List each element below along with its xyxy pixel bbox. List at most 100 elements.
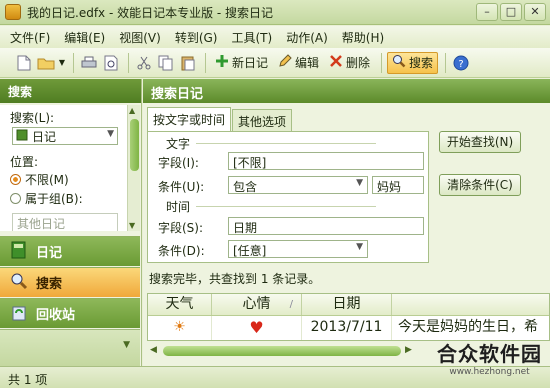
- start-search-button[interactable]: 开始查找(N): [439, 131, 521, 153]
- left-pane-footer: ▼: [0, 329, 140, 366]
- plus-icon: [215, 54, 229, 71]
- sort-icon: /: [289, 299, 293, 310]
- mood-heart-icon: ♥: [212, 316, 302, 340]
- clear-conditions-button[interactable]: 清除条件(C): [439, 174, 521, 196]
- radio-unlimited[interactable]: 不限(M): [10, 171, 69, 188]
- menu-bar: 文件(F) 编辑(E) 视图(V) 转到(G) 工具(T) 动作(A) 帮助(H…: [0, 26, 550, 48]
- svg-text:?: ?: [458, 59, 463, 70]
- group-divider: [196, 143, 377, 144]
- group-divider: [196, 206, 377, 207]
- col-date[interactable]: 日期: [302, 294, 392, 315]
- nav-recycle-label: 回收站: [36, 308, 76, 323]
- menu-view[interactable]: 视图(V): [117, 28, 163, 47]
- menu-tools[interactable]: 工具(T): [229, 28, 274, 47]
- table-row[interactable]: ☀ ♥ 2013/7/11 今天是妈妈的生日，希: [148, 316, 549, 340]
- toolbar-separator: [205, 52, 206, 73]
- menu-file[interactable]: 文件(F): [8, 28, 52, 47]
- open-folder-icon[interactable]: [36, 53, 56, 73]
- nav-search[interactable]: 搜索: [0, 267, 140, 297]
- menu-goto[interactable]: 转到(G): [173, 28, 220, 47]
- dropdown-arrow-icon[interactable]: ▼: [58, 53, 66, 73]
- magnifier-icon: [392, 54, 406, 71]
- edit-label: 编辑: [295, 56, 320, 70]
- app-icon: [5, 4, 21, 20]
- new-diary-button[interactable]: 新日记: [211, 52, 272, 74]
- menu-help[interactable]: 帮助(H): [340, 28, 386, 47]
- delete-label: 删除: [346, 56, 371, 70]
- window-controls: – □ ✕: [476, 3, 546, 21]
- nav-search-label: 搜索: [36, 277, 63, 292]
- keyword-input[interactable]: 妈妈: [372, 176, 424, 194]
- cut-icon[interactable]: [134, 53, 154, 73]
- print-icon[interactable]: [79, 53, 99, 73]
- close-button[interactable]: ✕: [524, 3, 546, 21]
- toolbar-separator: [128, 52, 129, 73]
- watermark: 合众软件园 www.hezhong.net: [437, 338, 542, 377]
- chevron-down-icon: ▼: [356, 242, 363, 252]
- print-preview-icon[interactable]: [101, 53, 121, 73]
- nav-diary[interactable]: 日记: [0, 236, 140, 266]
- col-content[interactable]: [392, 294, 549, 315]
- magnifier-icon: [10, 272, 28, 294]
- hscroll-thumb[interactable]: [163, 346, 401, 356]
- scroll-thumb[interactable]: [130, 119, 139, 171]
- search-form: 文字 字段(I): [不限] 条件(U): 包含 ▼ 妈妈 时间 字段(S): …: [147, 131, 429, 263]
- watermark-title: 合众软件园: [437, 342, 542, 366]
- search-button[interactable]: 搜索: [387, 51, 439, 74]
- edit-button[interactable]: 编辑: [274, 52, 323, 74]
- nav-recycle[interactable]: 回收站: [0, 298, 140, 328]
- help-icon[interactable]: ?: [451, 53, 471, 73]
- search-status: 搜索完毕，共查找到 1 条记录。: [149, 272, 321, 286]
- toolbar-separator: [445, 52, 447, 73]
- group-select[interactable]: 其他日记: [12, 213, 118, 231]
- text-condition-select[interactable]: 包含 ▼: [228, 176, 368, 194]
- menu-action[interactable]: 动作(A): [284, 28, 330, 47]
- left-pane-header: 搜索: [0, 79, 141, 103]
- radio-icon: [10, 193, 21, 204]
- tab-other-options[interactable]: 其他选项: [232, 109, 293, 131]
- col-mood[interactable]: 心情 /: [212, 294, 302, 315]
- right-pane: 搜索日记 按文字或时间 其他选项 文字 字段(I): [不限] 条件(U): 包…: [143, 79, 550, 366]
- new-file-icon[interactable]: [14, 53, 34, 73]
- radio-group[interactable]: 属于组(B):: [10, 190, 83, 207]
- time-condition-select[interactable]: [任意] ▼: [228, 240, 368, 258]
- delete-x-icon: [329, 54, 343, 71]
- field-label-1: 字段(I):: [158, 156, 199, 170]
- cond-label-2: 条件(D):: [158, 244, 205, 258]
- toolbar-separator: [73, 52, 74, 73]
- scroll-right-icon[interactable]: ▶: [405, 345, 412, 355]
- scroll-left-icon[interactable]: ◀: [150, 345, 157, 355]
- time-condition-value: [任意]: [233, 244, 267, 258]
- time-group-label: 时间: [166, 200, 191, 214]
- text-condition-value: 包含: [233, 180, 258, 194]
- search-in-select[interactable]: 日记 ▼: [12, 127, 118, 145]
- position-label: 位置:: [10, 155, 39, 169]
- time-field-input[interactable]: 日期: [228, 217, 424, 235]
- text-field-input[interactable]: [不限]: [228, 152, 424, 170]
- left-scrollbar[interactable]: ▲ ▼: [127, 105, 140, 231]
- scroll-down-icon[interactable]: ▼: [129, 221, 135, 230]
- maximize-button[interactable]: □: [500, 3, 522, 21]
- text-group-label: 文字: [166, 137, 191, 151]
- text-group: 文字: [156, 135, 377, 152]
- chevron-down-icon[interactable]: ▼: [123, 340, 130, 350]
- group-select-value: 其他日记: [17, 217, 66, 231]
- diary-book-icon: [16, 129, 28, 144]
- table-header: 天气 心情 / 日期: [148, 294, 549, 316]
- delete-button[interactable]: 删除: [325, 52, 374, 74]
- keyword-value: 妈妈: [377, 180, 402, 194]
- text-field-value: [不限]: [233, 156, 267, 170]
- right-pane-header: 搜索日记: [143, 79, 550, 103]
- col-weather[interactable]: 天气: [148, 294, 212, 315]
- paste-icon[interactable]: [178, 53, 198, 73]
- menu-edit[interactable]: 编辑(E): [62, 28, 107, 47]
- nav-diary-label: 日记: [36, 246, 63, 261]
- chevron-down-icon: ▼: [356, 178, 363, 188]
- tab-text-time[interactable]: 按文字或时间: [147, 107, 232, 131]
- copy-icon[interactable]: [156, 53, 176, 73]
- time-field-value: 日期: [233, 221, 258, 235]
- scroll-up-icon[interactable]: ▲: [129, 106, 135, 115]
- radio-unlimited-label: 不限(M): [25, 173, 69, 187]
- title-bar: 我的日记.edfx - 效能日记本专业版 - 搜索日记 – □ ✕: [0, 0, 550, 25]
- minimize-button[interactable]: –: [476, 3, 498, 21]
